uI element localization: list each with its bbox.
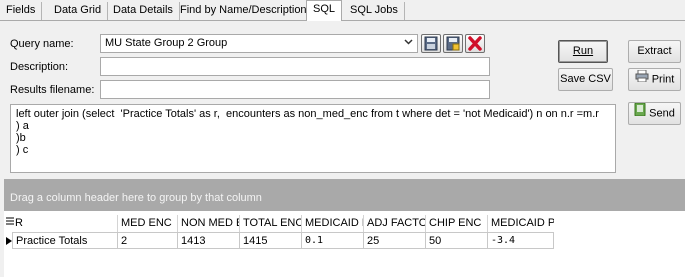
description-input[interactable] [100,57,490,76]
run-button-label: Run [572,45,594,57]
sql-panel: Query name: MU State Group 2 Group Descr… [4,21,685,277]
tab-sql[interactable]: SQL [306,0,343,22]
send-button[interactable]: Send [628,102,681,125]
description-label: Description: [10,61,69,73]
delete-icon[interactable] [465,34,485,53]
query-name-value: MU State Group 2 Group [105,37,228,49]
table-cell[interactable]: 0.1 [302,232,364,249]
results-filename-label: Results filename: [10,84,95,96]
column-header-non-med-enc[interactable]: NON MED EN [178,215,240,232]
column-header-chip-enc[interactable]: CHIP ENC [426,215,488,232]
tab-sql-jobs[interactable]: SQL Jobs [344,2,405,20]
tab-strip: Fields Data Grid Data Details Find by Na… [0,0,685,22]
save-csv-button-label: Save CSV [560,73,611,85]
chevron-down-icon[interactable] [404,37,413,49]
table-cell[interactable]: 50 [426,232,488,249]
query-name-combo[interactable]: MU State Group 2 Group [100,34,418,53]
column-header-adj-factor[interactable]: ADJ FACTOR [364,215,426,232]
save-as-icon[interactable] [443,34,463,53]
table-cell[interactable]: 25 [364,232,426,249]
table-cell[interactable]: Practice Totals [12,232,118,249]
table-cell[interactable]: -3.4 [488,232,554,249]
save-csv-button[interactable]: Save CSV [558,68,613,91]
sql-editor[interactable]: left outer join (select 'Practice Totals… [10,104,616,173]
send-icon [634,102,646,124]
grid-header-row: R MED ENC NON MED EN TOTAL ENC MEDICAID … [4,215,685,232]
tab-find-by-name[interactable]: Find by Name/Description [174,2,314,20]
tab-data-details[interactable]: Data Details [107,2,180,20]
print-button-label: Print [651,73,675,86]
table-row[interactable]: Practice Totals 2 1413 1415 0.1 25 50 -3… [4,232,685,249]
extract-button[interactable]: Extract [628,40,681,63]
results-filename-input[interactable] [100,80,490,99]
query-name-label: Query name: [10,38,74,50]
column-header-med-enc[interactable]: MED ENC [118,215,178,232]
column-header-medicaid-p[interactable]: MEDICAID P [302,215,364,232]
extract-button-label: Extract [637,45,672,57]
table-cell[interactable]: 1415 [240,232,302,249]
column-header-total-enc[interactable]: TOTAL ENC [240,215,302,232]
printer-icon [635,69,649,90]
print-button[interactable]: Print [628,68,681,91]
tab-data-grid[interactable]: Data Grid [48,2,109,20]
tab-fields[interactable]: Fields [0,2,43,20]
table-cell[interactable]: 1413 [178,232,240,249]
send-button-label: Send [649,107,675,120]
column-header-medicaid-p-2[interactable]: MEDICAID P [488,215,554,232]
column-header-r[interactable]: R [12,215,118,232]
results-grid: R MED ENC NON MED EN TOTAL ENC MEDICAID … [4,211,685,277]
save-icon[interactable] [421,34,441,53]
table-cell[interactable]: 2 [118,232,178,249]
group-by-hint: Drag a column header here to group by th… [10,192,262,204]
run-button[interactable]: Run [558,40,608,63]
group-by-bar[interactable]: Drag a column header here to group by th… [4,179,685,211]
